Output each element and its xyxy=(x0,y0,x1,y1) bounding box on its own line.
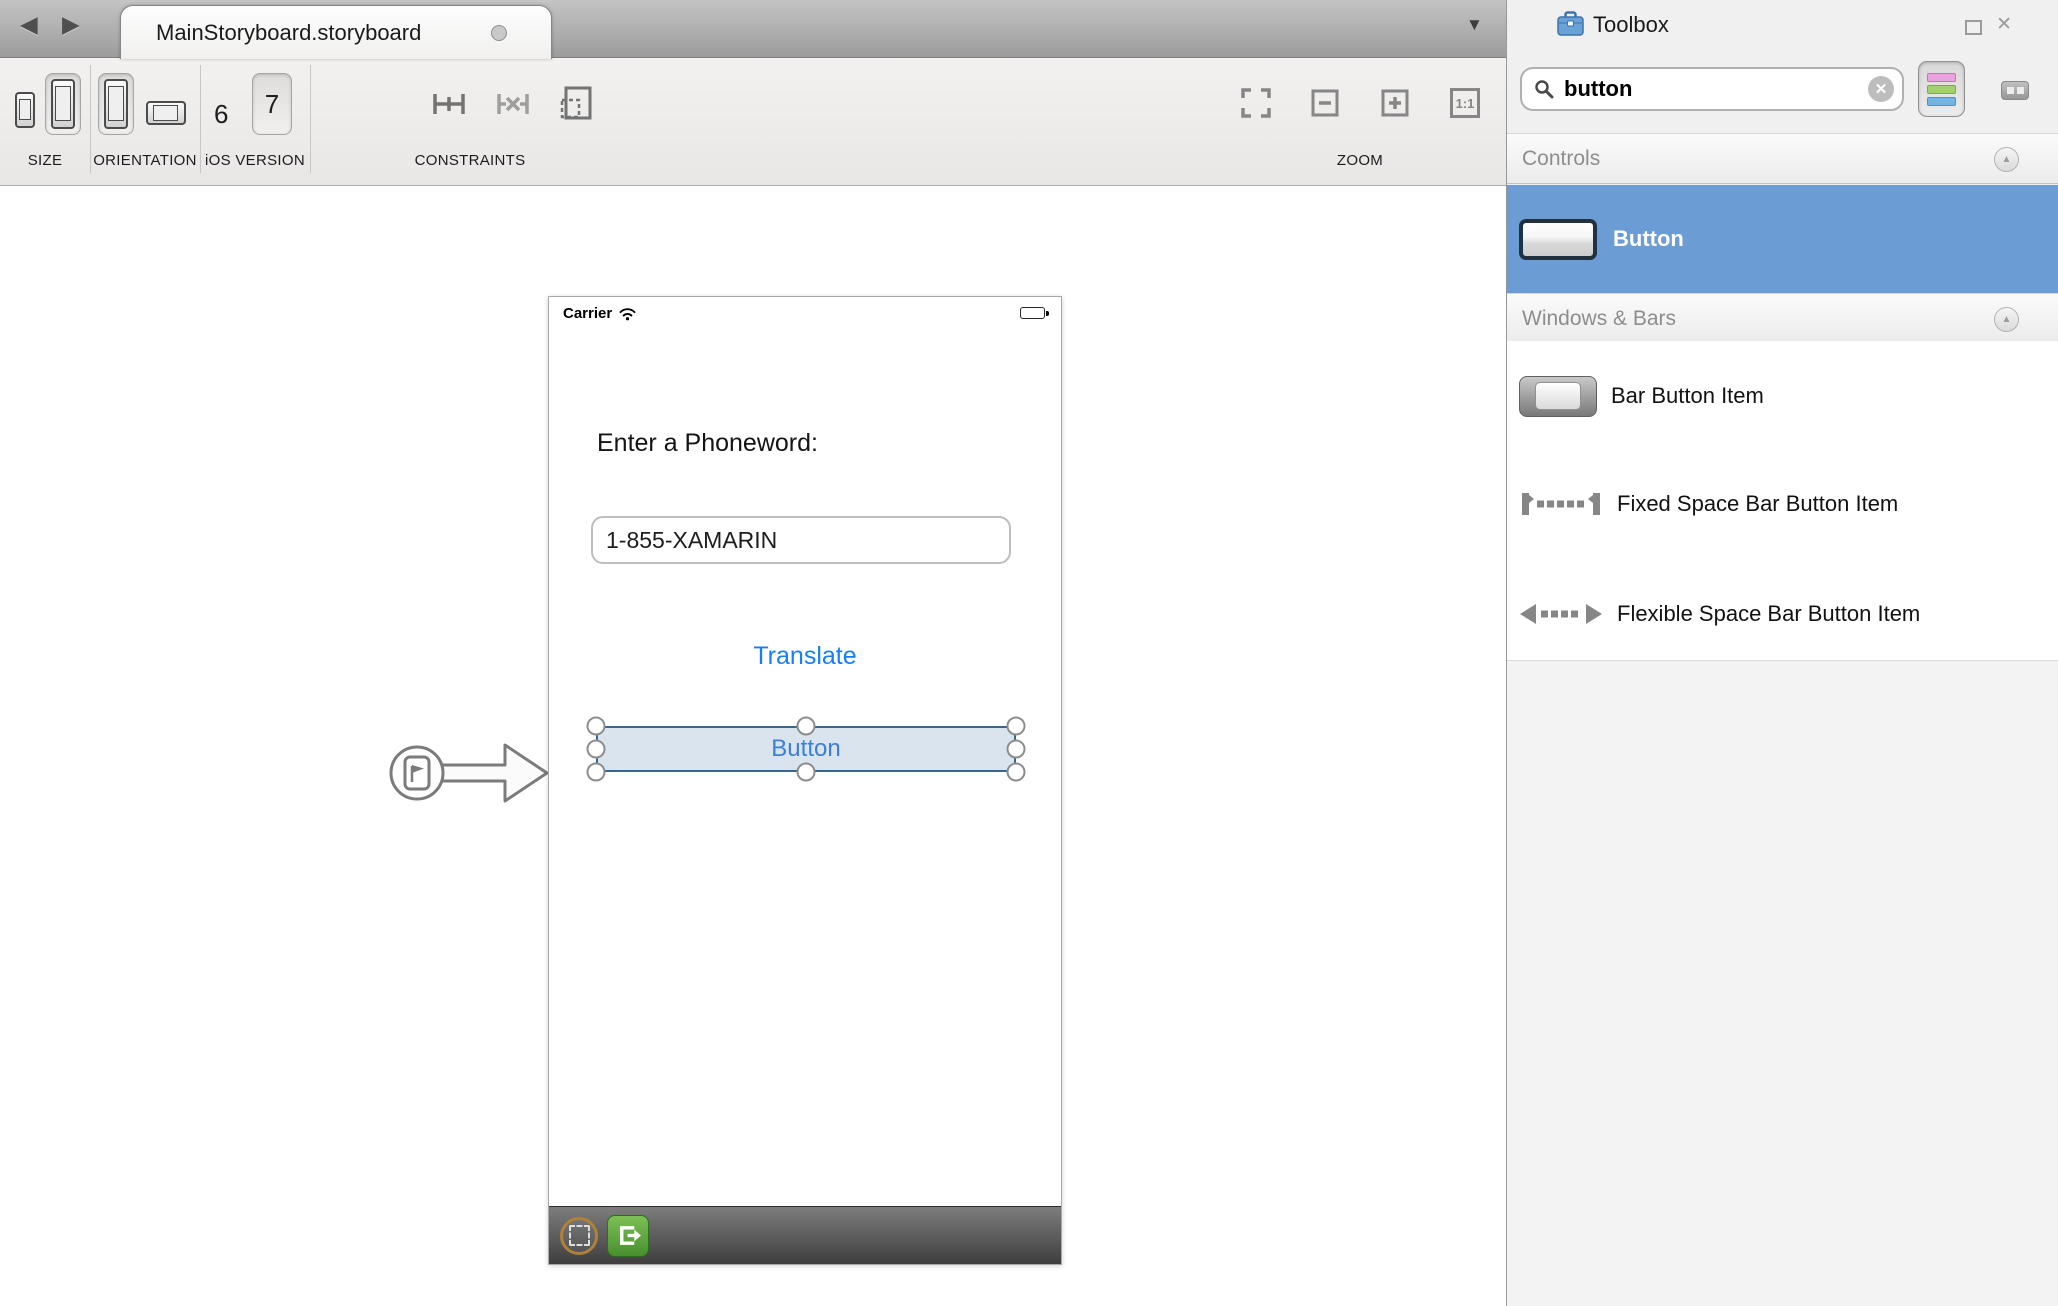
resize-handle-top-right[interactable] xyxy=(1007,717,1026,736)
orientation-group-label: ORIENTATION xyxy=(90,152,200,169)
width-constraint-icon xyxy=(430,87,468,121)
initial-view-controller-arrow[interactable] xyxy=(384,728,552,818)
toolbox-item-label: Bar Button Item xyxy=(1611,383,1764,409)
size-iphone35-button[interactable] xyxy=(15,92,35,128)
flexible-space-icon xyxy=(1519,600,1603,628)
zoom-out-icon xyxy=(1310,88,1340,118)
search-icon xyxy=(1534,79,1554,99)
size-group-label: SIZE xyxy=(0,152,90,169)
resize-handle-top-left[interactable] xyxy=(587,717,606,736)
toolbox-item-label: Fixed Space Bar Button Item xyxy=(1617,491,1898,517)
collapse-section-icon[interactable]: ▲ xyxy=(1994,147,2019,172)
zoom-fit-icon xyxy=(1240,87,1272,119)
wifi-icon xyxy=(618,306,637,321)
section-header-windows-bars[interactable]: Windows & Bars ▲ xyxy=(1507,293,2058,344)
phoneword-textfield[interactable]: 1-855-XAMARIN xyxy=(591,516,1011,564)
tab-close-dot[interactable] xyxy=(491,25,507,41)
search-input[interactable] xyxy=(1562,75,1868,103)
zoom-in-icon xyxy=(1380,88,1410,118)
resize-handle-bottom-right[interactable] xyxy=(1007,763,1026,782)
landscape-phone-icon xyxy=(146,101,186,125)
toolbox-item-flexible-space[interactable]: Flexible Space Bar Button Item xyxy=(1507,583,2058,645)
carrier-label: Carrier xyxy=(563,305,612,322)
toolbox-icon xyxy=(1557,11,1584,37)
orientation-portrait-button[interactable] xyxy=(98,73,134,135)
zoom-actual-size-button[interactable]: 1:1 xyxy=(1450,88,1480,118)
toolbox-item-fixed-space[interactable]: Fixed Space Bar Button Item xyxy=(1507,473,2058,535)
view-controller-bottom-bar xyxy=(549,1206,1061,1264)
phoneword-label[interactable]: Enter a Phoneword: xyxy=(597,429,818,458)
one-to-one-icon: 1:1 xyxy=(1456,96,1475,111)
tab-overflow-dropdown-icon[interactable]: ▼ xyxy=(1466,15,1483,35)
status-bar: Carrier xyxy=(563,303,1049,323)
zoom-group-label: ZOOM xyxy=(1230,152,1490,169)
compact-view-toggle-button[interactable] xyxy=(2001,81,2029,100)
search-field[interactable]: ✕ xyxy=(1520,67,1904,111)
zoom-fit-button[interactable] xyxy=(1240,87,1272,119)
dock-panel-icon[interactable] xyxy=(1965,20,1982,35)
resize-handle-top-center[interactable] xyxy=(797,717,816,736)
ios-version-6-button[interactable]: 6 xyxy=(214,99,228,130)
portrait-phone-icon xyxy=(104,79,128,129)
zoom-out-button[interactable] xyxy=(1310,88,1340,118)
exit-segue-icon[interactable] xyxy=(607,1215,649,1257)
remove-constraint-icon xyxy=(494,87,532,121)
toolbox-panel: Toolbox ✕ ✕ Controls ▲ xyxy=(1506,0,2058,1306)
design-surface[interactable]: Carrier Enter a Phoneword: 1-855-XAMARIN… xyxy=(0,186,1506,1306)
close-panel-icon[interactable]: ✕ xyxy=(1996,13,2012,36)
ios-version-7-button[interactable]: 7 xyxy=(252,73,292,135)
fixed-space-icon xyxy=(1519,490,1603,518)
resize-handle-bottom-center[interactable] xyxy=(797,763,816,782)
collapse-section-icon[interactable]: ▲ xyxy=(1994,307,2019,332)
battery-icon xyxy=(1020,307,1049,319)
resize-handle-bottom-left[interactable] xyxy=(587,763,606,782)
section-title: Controls xyxy=(1522,147,1600,171)
constraints-group-label: CONSTRAINTS xyxy=(310,152,630,169)
resize-handle-middle-right[interactable] xyxy=(1007,740,1026,759)
toolbox-empty-area xyxy=(1507,660,2058,1306)
toolbox-item-label: Flexible Space Bar Button Item xyxy=(1617,601,1920,627)
toolbox-item-label: Button xyxy=(1613,226,1684,252)
toolbox-header: Toolbox ✕ xyxy=(1507,0,2058,50)
tab-mainstoryboard[interactable]: MainStoryboard.storyboard xyxy=(120,5,552,59)
stripe-blue xyxy=(1927,97,1956,106)
stripe-green xyxy=(1927,85,1956,94)
toolbox-item-bar-button[interactable]: Bar Button Item xyxy=(1507,365,2058,427)
toolbox-search-row: ✕ xyxy=(1507,50,2058,127)
clear-search-icon[interactable]: ✕ xyxy=(1868,76,1894,102)
toolbox-item-list: Bar Button Item Fixed Space Bar Button I… xyxy=(1507,341,2058,660)
tab-title: MainStoryboard.storyboard xyxy=(156,20,421,46)
iphone-view-controller[interactable]: Carrier Enter a Phoneword: 1-855-XAMARIN… xyxy=(548,296,1062,1265)
toolbox-item-button[interactable]: Button xyxy=(1507,185,2058,293)
button-control-icon xyxy=(1519,219,1597,260)
designer-toolbar: SIZE ORIENTATION 6 7 iOS VERSION xyxy=(0,57,1506,186)
forward-button[interactable]: ▶ xyxy=(62,13,80,36)
iphone-tall-icon xyxy=(51,79,75,129)
document-tab-bar: ◀ ▶ MainStoryboard.storyboard ▼ xyxy=(0,0,1506,58)
toolbox-title: Toolbox xyxy=(1593,12,1669,38)
resize-handle-middle-left[interactable] xyxy=(587,740,606,759)
back-button[interactable]: ◀ xyxy=(20,13,38,36)
section-title: Windows & Bars xyxy=(1522,307,1676,331)
translate-button[interactable]: Translate xyxy=(549,642,1061,671)
category-view-toggle-button[interactable] xyxy=(1918,61,1965,117)
view-controller-icon[interactable] xyxy=(560,1217,598,1255)
stripe-pink xyxy=(1927,73,1956,82)
zoom-in-button[interactable] xyxy=(1380,88,1410,118)
ios-version-group-label: iOS VERSION xyxy=(200,152,310,169)
bar-button-item-icon xyxy=(1519,376,1597,417)
iphone-small-icon xyxy=(15,92,35,128)
update-frames-icon xyxy=(558,85,596,123)
orientation-landscape-button[interactable] xyxy=(146,101,186,125)
size-iphone4-button[interactable] xyxy=(45,73,81,135)
update-frames-button[interactable] xyxy=(558,85,596,123)
add-constraint-button[interactable] xyxy=(430,87,468,121)
section-header-controls[interactable]: Controls ▲ xyxy=(1507,133,2058,184)
storyboard-entry-icon xyxy=(405,757,429,789)
remove-constraint-button[interactable] xyxy=(494,87,532,121)
xamarin-storyboard-designer: ◀ ▶ MainStoryboard.storyboard ▼ SIZE ORI… xyxy=(0,0,2058,1306)
